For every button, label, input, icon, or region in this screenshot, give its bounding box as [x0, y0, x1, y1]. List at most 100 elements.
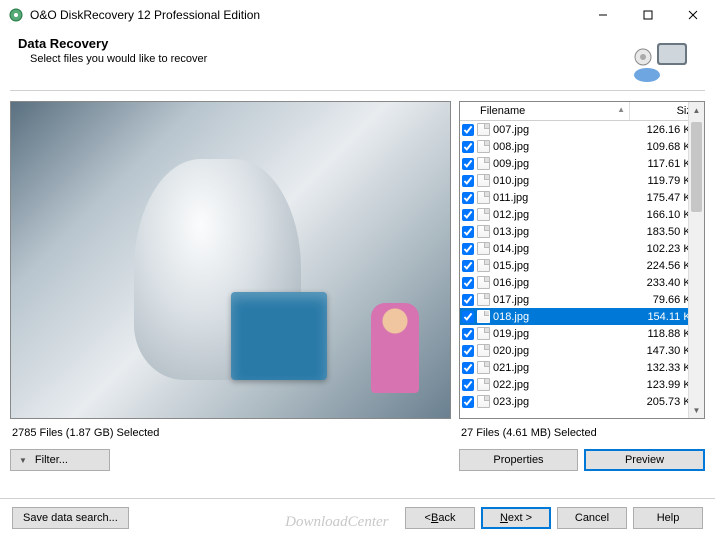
file-checkbox[interactable] [462, 277, 474, 289]
preview-image [10, 101, 451, 419]
file-row[interactable]: 009.jpg117.61 KB [460, 155, 704, 172]
file-row[interactable]: 018.jpg154.11 KB [460, 308, 704, 325]
file-name: 008.jpg [493, 141, 636, 153]
file-name: 018.jpg [493, 311, 636, 323]
file-icon [477, 327, 490, 340]
file-checkbox[interactable] [462, 362, 474, 374]
file-icon [477, 276, 490, 289]
file-list[interactable]: 007.jpg126.16 KB008.jpg109.68 KB009.jpg1… [460, 121, 704, 418]
file-icon [477, 242, 490, 255]
file-icon [477, 259, 490, 272]
file-row[interactable]: 020.jpg147.30 KB [460, 342, 704, 359]
file-name: 010.jpg [493, 175, 636, 187]
file-name: 019.jpg [493, 328, 636, 340]
product-logo [627, 36, 697, 86]
selection-status-left: 2785 Files (1.87 GB) Selected [10, 425, 451, 441]
file-icon [477, 174, 490, 187]
app-icon [8, 7, 24, 23]
file-icon [477, 191, 490, 204]
page-title: Data Recovery [18, 36, 207, 51]
col-filename[interactable]: Filename▲ [478, 102, 630, 120]
titlebar: O&O DiskRecovery 12 Professional Edition [0, 0, 715, 30]
file-checkbox[interactable] [462, 141, 474, 153]
selection-status-right: 27 Files (4.61 MB) Selected [459, 425, 705, 441]
scroll-down-icon[interactable]: ▼ [689, 402, 704, 418]
dropdown-arrow-icon: ▼ [19, 456, 27, 465]
file-row[interactable]: 021.jpg132.33 KB [460, 359, 704, 376]
list-header[interactable]: Filename▲ Size [460, 102, 704, 121]
file-checkbox[interactable] [462, 226, 474, 238]
file-row[interactable]: 012.jpg166.10 KB [460, 206, 704, 223]
file-row[interactable]: 011.jpg175.47 KB [460, 189, 704, 206]
file-row[interactable]: 008.jpg109.68 KB [460, 138, 704, 155]
scrollbar[interactable]: ▲ ▼ [688, 102, 704, 418]
file-icon [477, 361, 490, 374]
minimize-button[interactable] [580, 0, 625, 30]
file-checkbox[interactable] [462, 158, 474, 170]
file-name: 014.jpg [493, 243, 636, 255]
file-icon [477, 310, 490, 323]
close-button[interactable] [670, 0, 715, 30]
file-name: 021.jpg [493, 362, 636, 374]
file-list-panel: Filename▲ Size 007.jpg126.16 KB008.jpg10… [459, 101, 705, 419]
next-button[interactable]: Next > [481, 507, 551, 529]
window-title: O&O DiskRecovery 12 Professional Edition [30, 8, 580, 22]
window-controls [580, 0, 715, 30]
file-icon [477, 344, 490, 357]
file-name: 022.jpg [493, 379, 636, 391]
file-row[interactable]: 013.jpg183.50 KB [460, 223, 704, 240]
file-row[interactable]: 019.jpg118.88 KB [460, 325, 704, 342]
file-checkbox[interactable] [462, 345, 474, 357]
file-checkbox[interactable] [462, 192, 474, 204]
file-row[interactable]: 022.jpg123.99 KB [460, 376, 704, 393]
scroll-up-icon[interactable]: ▲ [689, 102, 704, 118]
properties-button[interactable]: Properties [459, 449, 578, 471]
file-name: 009.jpg [493, 158, 636, 170]
file-icon [477, 140, 490, 153]
page-header: Data Recovery Select files you would lik… [0, 30, 715, 90]
file-checkbox[interactable] [462, 209, 474, 221]
cancel-button[interactable]: Cancel [557, 507, 627, 529]
file-icon [477, 123, 490, 136]
save-search-button[interactable]: Save data search... [12, 507, 129, 529]
file-row[interactable]: 007.jpg126.16 KB [460, 121, 704, 138]
file-name: 012.jpg [493, 209, 636, 221]
file-row[interactable]: 016.jpg233.40 KB [460, 274, 704, 291]
file-row[interactable]: 023.jpg205.73 KB [460, 393, 704, 410]
file-checkbox[interactable] [462, 396, 474, 408]
preview-button[interactable]: Preview [584, 449, 705, 471]
file-row[interactable]: 017.jpg79.66 KB [460, 291, 704, 308]
file-checkbox[interactable] [462, 328, 474, 340]
filter-button[interactable]: ▼Filter... [10, 449, 110, 471]
file-name: 015.jpg [493, 260, 636, 272]
file-name: 023.jpg [493, 396, 636, 408]
file-row[interactable]: 010.jpg119.79 KB [460, 172, 704, 189]
sort-indicator-icon: ▲ [617, 105, 625, 114]
file-name: 016.jpg [493, 277, 636, 289]
scroll-thumb[interactable] [691, 122, 702, 212]
file-checkbox[interactable] [462, 379, 474, 391]
file-row[interactable]: 014.jpg102.23 KB [460, 240, 704, 257]
file-name: 020.jpg [493, 345, 636, 357]
file-checkbox[interactable] [462, 175, 474, 187]
file-name: 011.jpg [493, 192, 636, 204]
file-icon [477, 208, 490, 221]
file-icon [477, 225, 490, 238]
file-icon [477, 293, 490, 306]
page-subtitle: Select files you would like to recover [18, 53, 207, 65]
file-checkbox[interactable] [462, 294, 474, 306]
file-name: 007.jpg [493, 124, 636, 136]
file-checkbox[interactable] [462, 243, 474, 255]
file-checkbox[interactable] [462, 124, 474, 136]
maximize-button[interactable] [625, 0, 670, 30]
file-checkbox[interactable] [462, 260, 474, 272]
file-icon [477, 395, 490, 408]
wizard-footer: Save data search... < Back Next > Cancel… [0, 498, 715, 541]
file-name: 017.jpg [493, 294, 636, 306]
file-name: 013.jpg [493, 226, 636, 238]
back-button[interactable]: < Back [405, 507, 475, 529]
file-checkbox[interactable] [462, 311, 474, 323]
help-button[interactable]: Help [633, 507, 703, 529]
file-icon [477, 378, 490, 391]
file-row[interactable]: 015.jpg224.56 KB [460, 257, 704, 274]
